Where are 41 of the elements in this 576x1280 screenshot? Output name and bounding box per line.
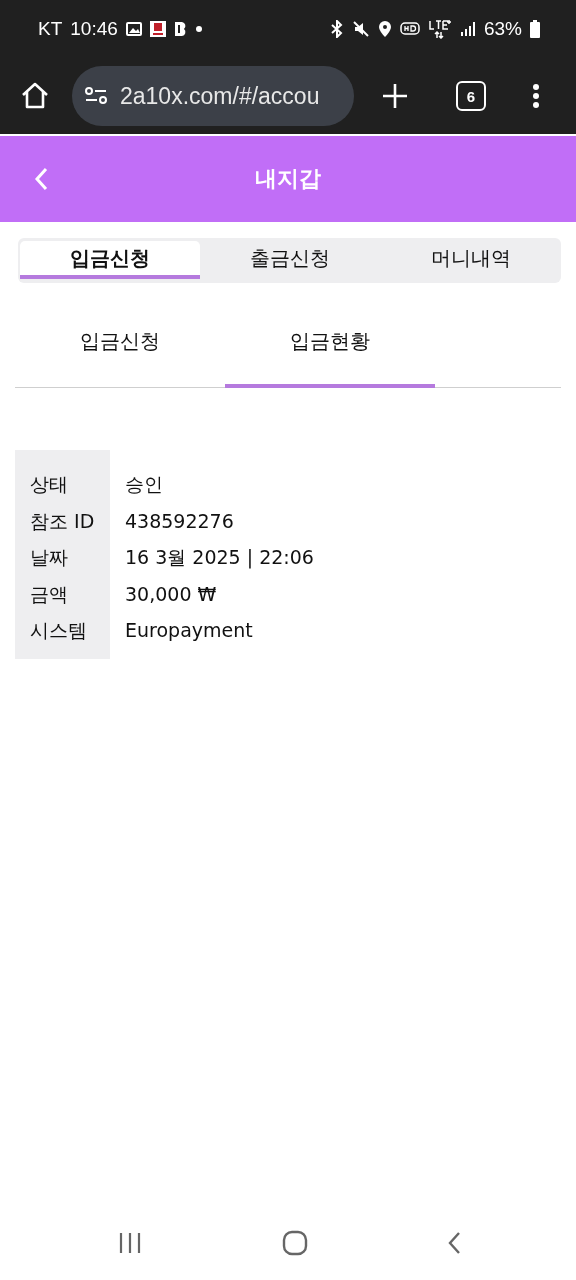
detail-label: 금액: [30, 581, 69, 607]
back-icon[interactable]: [34, 167, 48, 191]
signal-icon: [459, 21, 476, 37]
detail-label: 참조 ID: [30, 508, 96, 534]
detail-value: 438592276: [125, 508, 235, 534]
battery-icon: [530, 20, 540, 38]
carrier: KT: [38, 18, 63, 40]
mute-icon: [351, 20, 370, 38]
app-icon: [149, 21, 166, 37]
tab[interactable]: 입금현황: [225, 299, 435, 388]
detail-value: 승인: [125, 472, 164, 497]
bluetooth-icon: [329, 20, 344, 38]
recent-apps-icon[interactable]: [118, 1232, 142, 1254]
hd-icon: [399, 21, 420, 37]
more-icon[interactable]: [532, 83, 540, 109]
site-settings-icon[interactable]: [84, 85, 108, 107]
detail-value: Europayment: [125, 618, 254, 643]
detail-label: 상태: [30, 472, 69, 497]
tab[interactable]: 출금신청: [200, 241, 381, 279]
detail-value: 30,000 ₩: [125, 581, 218, 607]
url-text: 2a10x.com/#/accou: [120, 82, 320, 110]
clock: 10:46: [70, 18, 118, 40]
app-icon: [173, 21, 188, 37]
tab[interactable]: 입금신청: [20, 241, 201, 279]
location-icon: [377, 20, 392, 38]
dot-icon: [195, 26, 202, 32]
lte-icon: [427, 19, 452, 39]
home-button-icon[interactable]: [281, 1230, 308, 1256]
detail-value: 16 3월 2025 | 22:06: [125, 545, 314, 571]
back-nav-icon[interactable]: [447, 1231, 461, 1255]
image-icon: [125, 22, 142, 36]
address-bar[interactable]: 2a10x.com/#/accou: [72, 66, 354, 126]
home-icon[interactable]: [20, 81, 50, 111]
battery-percent: 63%: [483, 18, 522, 40]
detail-label: 날짜: [30, 545, 69, 570]
tab[interactable]: 입금신청: [15, 299, 225, 388]
plus-icon[interactable]: [382, 83, 408, 109]
tab-count-button[interactable]: 6: [456, 81, 486, 111]
tab[interactable]: 머니내역: [380, 241, 561, 279]
page-title: 내지갑: [255, 165, 321, 193]
detail-label: 시스템: [30, 618, 88, 643]
